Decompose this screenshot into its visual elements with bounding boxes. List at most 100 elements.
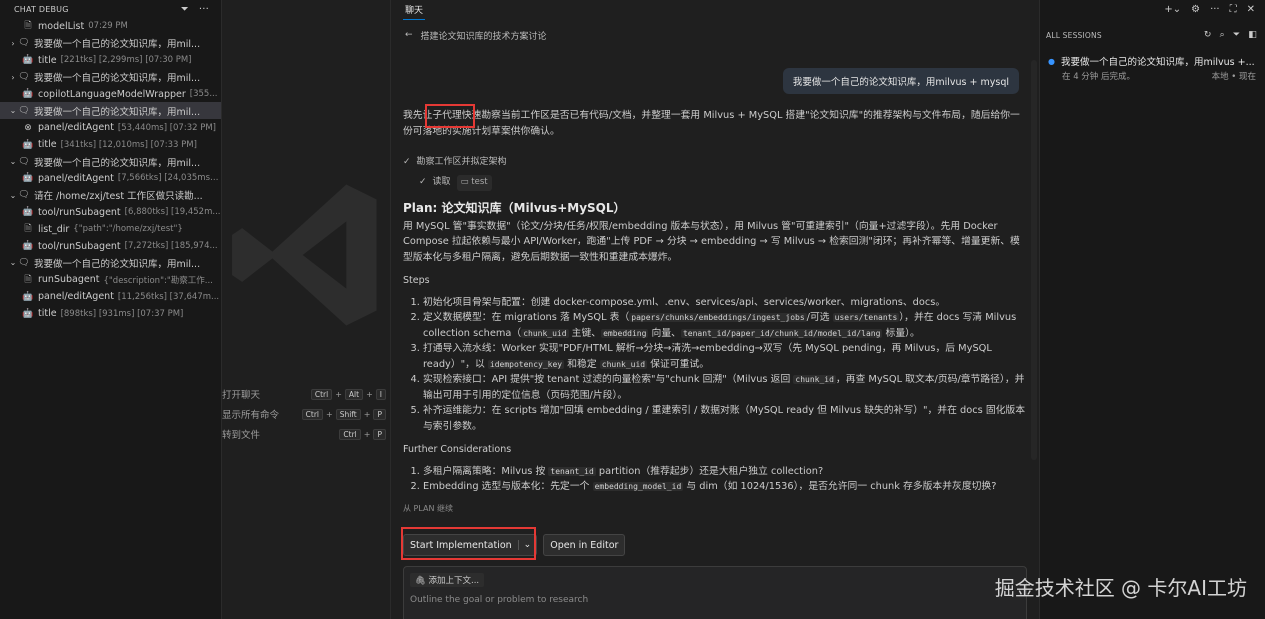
shortcut-label: 打开聊天: [222, 390, 261, 401]
progress-step[interactable]: ✓ 勘察工作区并拟定架构: [403, 153, 1025, 173]
kbd-key: Ctrl: [339, 428, 361, 440]
item-text: Embedding 选型与版本化：先定一个: [423, 481, 593, 492]
folder-tag[interactable]: ▭ test: [456, 175, 492, 191]
chevron-icon[interactable]: ⌄: [8, 106, 18, 115]
tree-row[interactable]: 🗎 runSubagent {"description":"勘察工作...: [0, 271, 221, 288]
tree-row[interactable]: ⊗ panel/editAgent [53,440ms] [07:32 PM]: [0, 119, 221, 136]
folder-icon: ▭: [460, 177, 469, 188]
kbd-key: Ctrl: [310, 388, 333, 400]
shortcut-open-chat[interactable]: 打开聊天 Ctrl + Alt + I: [222, 386, 390, 402]
inline-code: papers/chunks/embeddings/ingest_jobs: [629, 313, 807, 322]
tree-row[interactable]: 🤖 title [341tks] [12,010ms] [07:33 PM]: [0, 136, 221, 153]
chat-panel: 聊天 ← 搭建论文知识库的技术方案讨论 我要做一个自己的论文知识库，用milvu…: [390, 0, 1040, 619]
tree-row[interactable]: ⌄ 🗨 我要做一个自己的论文知识库，用mil...: [0, 153, 221, 170]
chat-input-box[interactable]: 🖇 添加上下文... Outline the goal or problem t…: [403, 566, 1027, 619]
step-text: 向量、: [648, 327, 681, 339]
add-context-button[interactable]: 🖇 添加上下文...: [410, 573, 485, 587]
sessions-title: ALL SESSIONS: [1046, 30, 1102, 40]
row-label: modelList: [38, 20, 85, 32]
open-in-editor-button[interactable]: Open in Editor: [543, 534, 626, 556]
check-icon: ✓: [419, 177, 427, 188]
row-label: title: [38, 54, 57, 66]
tree-row[interactable]: 🤖 panel/editAgent [11,256tks] [37,647m...: [0, 288, 221, 305]
further-list: 多租户隔离策略：Milvus 按 tenant_id partition（推荐起…: [423, 464, 1025, 495]
tree-row[interactable]: 🤖 title [221tks] [2,299ms] [07:30 PM]: [0, 52, 221, 69]
row-meta: 07:29 PM: [88, 21, 128, 32]
shortcut-show-commands[interactable]: 显示所有命令 Ctrl + Shift + P: [222, 406, 390, 422]
item-text: 与 dim（如 1024/1536），是否允许同一 chunk 存多版本并灰度切…: [683, 481, 997, 492]
row-icon: 🤖: [22, 55, 34, 66]
kbd-key: I: [375, 388, 386, 400]
search-icon[interactable]: ⌕: [1220, 30, 1225, 40]
more-icon[interactable]: ···: [199, 4, 209, 15]
read-step[interactable]: ✓ 读取 ▭ test: [403, 173, 1025, 193]
step-text: 初始化项目骨架与配置：创建 docker-compose.yml、.env、se…: [423, 296, 946, 308]
chevron-icon[interactable]: ›: [8, 73, 18, 82]
row-meta: [11,256tks] [37,647m...: [117, 291, 220, 302]
row-label: panel/editAgent: [38, 291, 114, 303]
inline-code: tenant_id/paper_id/chunk_id/model_id/lan…: [680, 328, 883, 338]
item-text: partition（推荐起步）还是大租户独立 collection?: [595, 465, 824, 477]
add-context-label: 添加上下文...: [428, 576, 480, 586]
tree-row[interactable]: 🤖 title [898tks] [931ms] [07:37 PM]: [0, 305, 221, 322]
list-item: 多租户隔离策略：Milvus 按 tenant_id partition（推荐起…: [423, 464, 1025, 480]
chevron-icon[interactable]: ⌄: [8, 157, 18, 166]
step-text: 标量）。: [882, 327, 920, 339]
tree-row[interactable]: 🤖 copilotLanguageModelWrapper [355...: [0, 86, 221, 103]
step-text: 实现检索接口：API 提供"按 tenant 过滤的向量检索"与"chunk 回…: [423, 374, 794, 385]
tree-row[interactable]: ⌄ 🗨 我要做一个自己的论文知识库，用mil...: [0, 102, 221, 120]
row-icon: 🤖: [22, 308, 34, 319]
close-icon[interactable]: ✕: [1247, 4, 1255, 15]
inline-code: chunk_id: [793, 375, 836, 384]
layout-icon[interactable]: ◧: [1248, 30, 1257, 40]
tree-row[interactable]: 🗎 list_dir {"path":"/home/zxj/test"}: [0, 221, 221, 238]
chevron-icon[interactable]: ⌄: [8, 258, 18, 267]
tree-row[interactable]: 🤖 panel/editAgent [7,566tks] [24,035ms]...: [0, 170, 221, 187]
chat-input-placeholder[interactable]: Outline the goal or problem to research: [410, 595, 1026, 605]
tree-row[interactable]: 🤖 tool/runSubagent [6,880tks] [19,452m...: [0, 204, 221, 221]
watermark: 掘金技术社区 @ 卡尔AI工坊: [994, 576, 1247, 600]
row-icon: 🗎: [24, 224, 32, 235]
more-icon[interactable]: ···: [1210, 4, 1220, 15]
plan-title: Plan: 论文知识库（Milvus+MySQL）: [403, 201, 626, 215]
session-status: 在 4 分钟 后完成。: [1062, 72, 1136, 82]
row-icon: 🤖: [22, 291, 34, 302]
tree-row[interactable]: 🗎 modelList 07:29 PM: [0, 18, 221, 35]
shortcut-go-to-file[interactable]: 转到文件 Ctrl + P: [222, 426, 390, 442]
list-item: 定义数据模型：在 migrations 落 MySQL 表（papers/chu…: [423, 310, 1025, 341]
row-label: 我要做一个自己的论文知识库，用mil...: [34, 73, 201, 85]
tree-row[interactable]: › 🗨 我要做一个自己的论文知识库，用mil...: [0, 69, 221, 86]
tree-row[interactable]: ⌄ 🗨 请在 /home/zxj/test 工作区做只读勘...: [0, 187, 221, 204]
tree-row[interactable]: › 🗨 我要做一个自己的论文知识库，用mil...: [0, 35, 221, 52]
tree-row[interactable]: ⌄ 🗨 我要做一个自己的论文知识库，用mil...: [0, 254, 221, 271]
tree-row[interactable]: 🤖 tool/runSubagent [7,272tks] [185,974...: [0, 238, 221, 255]
user-message: 我要做一个自己的论文知识库，用milvus + mysql: [782, 68, 1019, 94]
row-label: title: [38, 139, 57, 151]
step-label: 勘察工作区并拟定架构: [416, 157, 507, 168]
row-icon: 🗨: [18, 156, 30, 167]
filter-icon[interactable]: ⏷: [181, 4, 189, 15]
chevron-icon[interactable]: ›: [8, 39, 18, 48]
tab-chat[interactable]: 聊天: [403, 3, 426, 20]
vscode-watermark-logo: [232, 184, 377, 326]
chat-tabs: 聊天: [391, 0, 1039, 20]
chat-scrollbar[interactable]: [1031, 60, 1037, 460]
start-implementation-button[interactable]: Start Implementation ⌄: [403, 534, 538, 556]
chat-debug-panel: CHAT DEBUG ⏷ ··· 🗎 modelList 07:29 PM › 🗨 我要做…: [0, 0, 222, 619]
inline-code: users/tenants: [832, 313, 900, 322]
maximize-icon[interactable]: ⛶: [1230, 4, 1237, 15]
back-arrow-icon[interactable]: ←: [405, 30, 413, 40]
new-chat-icon[interactable]: +⌄: [1164, 4, 1181, 15]
row-label: 我要做一个自己的论文知识库，用mil...: [34, 106, 201, 118]
chevron-down-icon[interactable]: ⌄: [517, 540, 537, 550]
row-label: panel/editAgent: [37, 172, 114, 184]
refresh-icon[interactable]: ↻: [1204, 30, 1212, 40]
step-text: 主键、: [568, 327, 602, 339]
row-icon: 🗨: [18, 257, 30, 268]
folder-tag-label: test: [471, 177, 488, 188]
session-item[interactable]: ● 我要做一个自己的论文知识库，用milvus +... 在 4 分钟 后完成。…: [1040, 52, 1265, 83]
filter-icon[interactable]: ⏷: [1233, 30, 1240, 40]
chevron-icon[interactable]: ⌄: [8, 191, 18, 200]
gear-icon[interactable]: ⚙: [1191, 4, 1200, 15]
inline-code: embedding: [601, 328, 649, 338]
